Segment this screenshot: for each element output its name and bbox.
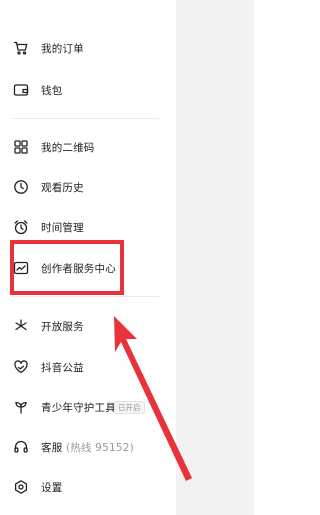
clock-icon bbox=[13, 179, 29, 195]
wallet-icon bbox=[13, 82, 29, 98]
alarm-icon bbox=[13, 219, 29, 235]
headset-icon bbox=[13, 439, 29, 455]
menu-item-label: 青少年守护工具 bbox=[41, 401, 116, 414]
menu-item-settings[interactable]: 设置 bbox=[0, 470, 176, 504]
menu-item-open-services[interactable]: 开放服务 bbox=[0, 309, 176, 343]
divider bbox=[12, 118, 159, 119]
heart-hand-icon bbox=[13, 359, 29, 375]
menu-item-label: 我的订单 bbox=[41, 42, 84, 55]
menu-item-label: 开放服务 bbox=[41, 320, 84, 333]
menu-item-label: 钱包 bbox=[41, 84, 63, 97]
menu-item-charity[interactable]: 抖音公益 bbox=[0, 350, 176, 384]
divider bbox=[12, 296, 159, 297]
menu-item-youth-guardian[interactable]: 青少年守护工具 已开启 bbox=[0, 390, 176, 424]
menu-item-wallet[interactable]: 钱包 bbox=[0, 73, 176, 107]
sprout-icon bbox=[13, 399, 29, 415]
menu-item-orders[interactable]: 我的订单 bbox=[0, 31, 176, 65]
gear-icon bbox=[13, 479, 29, 495]
status-badge: 已开启 bbox=[114, 400, 145, 414]
cart-icon bbox=[13, 40, 29, 56]
qrcode-icon bbox=[13, 139, 29, 155]
asterisk-icon bbox=[13, 318, 29, 334]
menu-item-label: 设置 bbox=[41, 481, 63, 494]
annotation-highlight-box bbox=[10, 240, 124, 295]
menu-item-label: 时间管理 bbox=[41, 221, 84, 234]
menu-item-label: 客服 (热线 95152) bbox=[41, 440, 134, 455]
menu-item-label: 抖音公益 bbox=[41, 361, 84, 374]
hotline-number: (热线 95152) bbox=[65, 441, 134, 454]
menu-item-label: 观看历史 bbox=[41, 181, 84, 194]
background-panel bbox=[176, 0, 254, 515]
menu-item-qrcode[interactable]: 我的二维码 bbox=[0, 130, 176, 164]
menu-item-label: 我的二维码 bbox=[41, 141, 95, 154]
menu-item-time-management[interactable]: 时间管理 bbox=[0, 210, 176, 244]
menu-item-history[interactable]: 观看历史 bbox=[0, 170, 176, 204]
customer-service-label: 客服 bbox=[41, 441, 63, 454]
menu-item-customer-service[interactable]: 客服 (热线 95152) bbox=[0, 430, 176, 464]
